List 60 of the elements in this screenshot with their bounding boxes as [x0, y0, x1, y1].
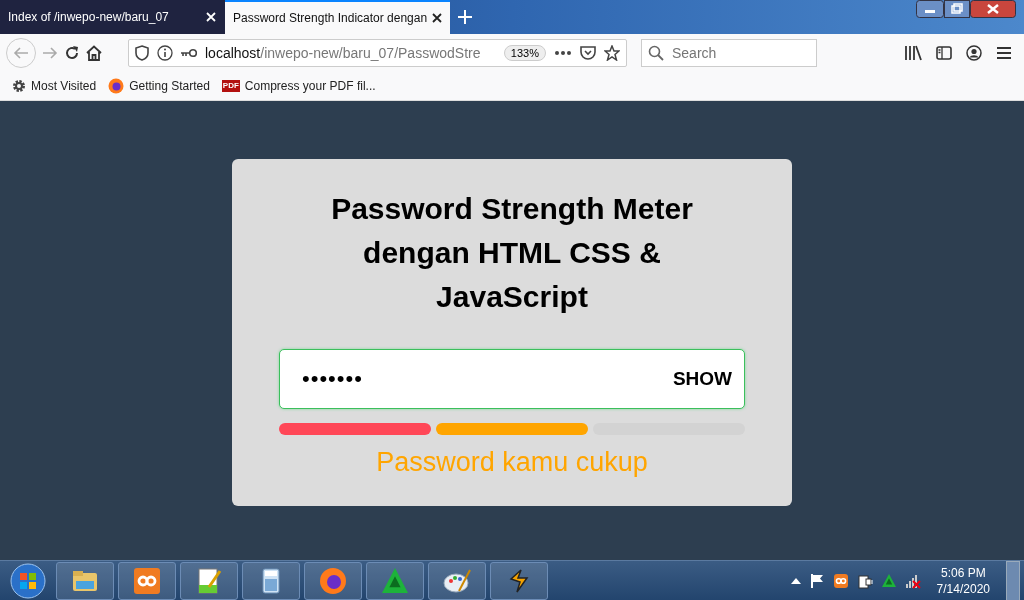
minimize-icon	[916, 0, 944, 18]
taskbar-button[interactable]	[242, 562, 300, 600]
plus-icon	[457, 9, 473, 25]
bookmark-link[interactable]: Getting Started	[129, 79, 210, 93]
restore-icon	[944, 0, 970, 18]
browser-tab[interactable]: Index of /inwepo-new/baru_07	[0, 0, 225, 34]
pocket-icon	[580, 45, 596, 61]
close-icon	[431, 12, 444, 24]
taskbar-button[interactable]	[180, 562, 238, 600]
url-text: localhost/inwepo-new/baru_07/PasswodStre	[205, 45, 482, 61]
up-arrow-icon	[790, 578, 801, 584]
browser-tab[interactable]: Password Strength Indicator dengan	[225, 0, 450, 34]
password-field[interactable]: ••••••• SHOW	[279, 349, 745, 409]
page-title: Password Strength Meter dengan HTML CSS & JavaScript	[330, 191, 694, 315]
menu-icon	[996, 46, 1012, 60]
clock-time: 5:06 PM	[940, 566, 986, 580]
show-button[interactable]: SHOW	[672, 368, 732, 390]
bookmark-link[interactable]: Most Visited	[31, 79, 97, 93]
forward-arrow-icon	[42, 45, 58, 61]
library-icon	[904, 45, 922, 61]
key-icon	[181, 48, 197, 58]
address-bar[interactable]: localhost/inwepo-new/baru_07/PasswodStre 133%	[128, 39, 627, 67]
clock-date: 7/14/2020	[936, 582, 990, 596]
search-icon	[648, 45, 664, 61]
notepad-icon	[195, 567, 223, 595]
signal-icon	[904, 573, 921, 589]
firefox-icon	[319, 567, 347, 595]
xampp-icon	[832, 573, 849, 589]
clock[interactable]: 5:06 PM 7/14/2020	[928, 566, 998, 596]
bookmark-link[interactable]: Compress your PDF fil...	[244, 79, 376, 93]
close-icon	[970, 0, 1016, 18]
palette-icon	[443, 567, 471, 595]
info-icon	[157, 45, 173, 61]
shield-icon	[135, 45, 149, 61]
taskbar-button[interactable]	[56, 562, 114, 600]
search-box[interactable]: Search	[641, 39, 817, 67]
search-field[interactable]: Search	[670, 44, 804, 62]
home-icon	[86, 45, 102, 61]
windows-logo-icon	[10, 563, 46, 599]
power-plug-icon	[856, 573, 873, 589]
pdf-icon: PDF	[221, 80, 240, 92]
gear-icon	[12, 79, 26, 93]
taskbar-button[interactable]	[428, 562, 486, 600]
flag-icon	[808, 573, 825, 589]
taskbar-button[interactable]	[304, 562, 362, 600]
firefox-icon	[108, 78, 125, 94]
star-icon	[604, 45, 620, 61]
xampp-icon	[133, 567, 161, 595]
triangle-icon	[880, 573, 897, 589]
close-icon	[205, 11, 217, 23]
triangle-icon	[381, 567, 409, 595]
more-icon	[554, 51, 572, 55]
taskbar-button[interactable]	[490, 562, 548, 600]
reload-icon	[64, 45, 80, 61]
taskbar-button[interactable]	[118, 562, 176, 600]
zoom-indicator[interactable]: 133%	[503, 45, 546, 61]
sidebar-icon	[936, 46, 952, 60]
back-arrow-icon	[13, 45, 29, 61]
strength-message: Password kamu cukup	[375, 447, 649, 478]
account-icon	[966, 45, 982, 61]
